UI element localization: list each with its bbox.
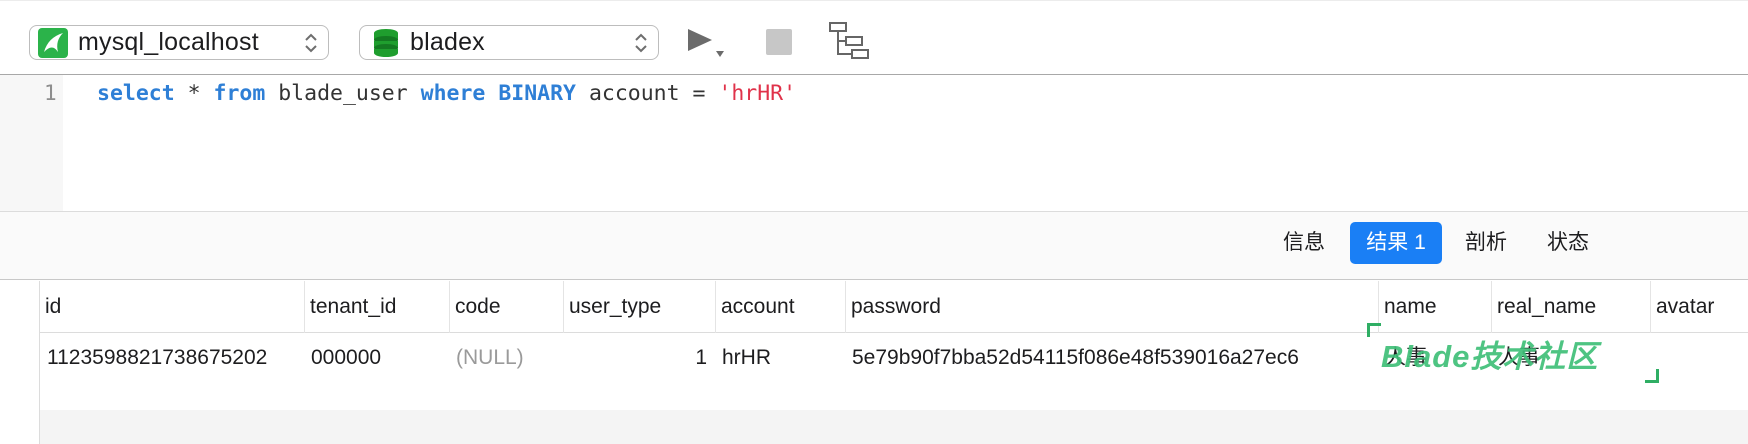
keyword-where: where — [420, 81, 486, 106]
sql-editor[interactable]: 1 select * from blade_user where BINARY … — [0, 74, 1748, 212]
column-header-avatar[interactable]: avatar — [1650, 281, 1748, 333]
keyword-binary: BINARY — [498, 81, 576, 106]
column-header-tenant-id[interactable]: tenant_id — [304, 281, 449, 333]
cell-account[interactable]: hrHR — [715, 334, 845, 390]
tab-info[interactable]: 信息 — [1270, 222, 1338, 264]
string-literal: 'hrHR' — [718, 81, 797, 106]
column-header-password[interactable]: password — [845, 281, 1378, 333]
chevron-updown-icon — [305, 33, 317, 53]
column-header-account[interactable]: account — [715, 281, 845, 333]
line-gutter: 1 — [0, 75, 63, 212]
tab-profile[interactable]: 剖析 — [1452, 222, 1520, 264]
watermark-text: Blade技术社区 — [1381, 339, 1599, 374]
code-token: * — [174, 81, 214, 106]
code-token: blade_user — [265, 81, 421, 106]
tab-status[interactable]: 状态 — [1534, 222, 1602, 264]
connection-name: mysql_localhost — [78, 28, 259, 56]
watermark: Blade技术社区 — [1367, 323, 1659, 383]
tab-result-1[interactable]: 结果 1 — [1350, 222, 1442, 264]
keyword-from: from — [213, 81, 266, 106]
code-token: account = — [576, 81, 719, 106]
database-name: bladex — [410, 28, 485, 56]
empty-row-stripe — [40, 410, 1748, 444]
watermark-corner — [1367, 323, 1381, 337]
column-header-user-type[interactable]: user_type — [563, 281, 715, 333]
stop-icon[interactable] — [766, 29, 792, 55]
query-toolbar: mysql_localhost bladex — [0, 0, 1748, 74]
row-gutter — [0, 281, 40, 444]
cell-avatar[interactable] — [1650, 334, 1748, 390]
connection-select[interactable]: mysql_localhost — [29, 25, 329, 60]
cell-user-type[interactable]: 1 — [563, 334, 715, 390]
cell-id[interactable]: 1123598821738675202 — [40, 334, 304, 390]
cell-password[interactable]: 5e79b90f7bba52d54115f086e48f539016a27ec6 — [845, 334, 1378, 390]
column-header-id[interactable]: id — [40, 281, 304, 333]
chevron-updown-icon — [635, 33, 647, 53]
column-header-code[interactable]: code — [449, 281, 563, 333]
watermark-corner — [1645, 369, 1659, 383]
cell-tenant-id[interactable]: 000000 — [304, 334, 449, 390]
cell-code[interactable]: (NULL) — [449, 334, 563, 390]
database-select[interactable]: bladex — [359, 25, 659, 60]
mysql-connection-icon — [38, 27, 68, 58]
explain-icon[interactable] — [828, 21, 870, 61]
keyword-select: select — [97, 81, 175, 106]
database-icon — [374, 28, 398, 57]
run-icon[interactable] — [686, 27, 726, 61]
sql-code-line[interactable]: select * from blade_user where BINARY ac… — [97, 81, 796, 106]
line-number: 1 — [44, 81, 57, 105]
